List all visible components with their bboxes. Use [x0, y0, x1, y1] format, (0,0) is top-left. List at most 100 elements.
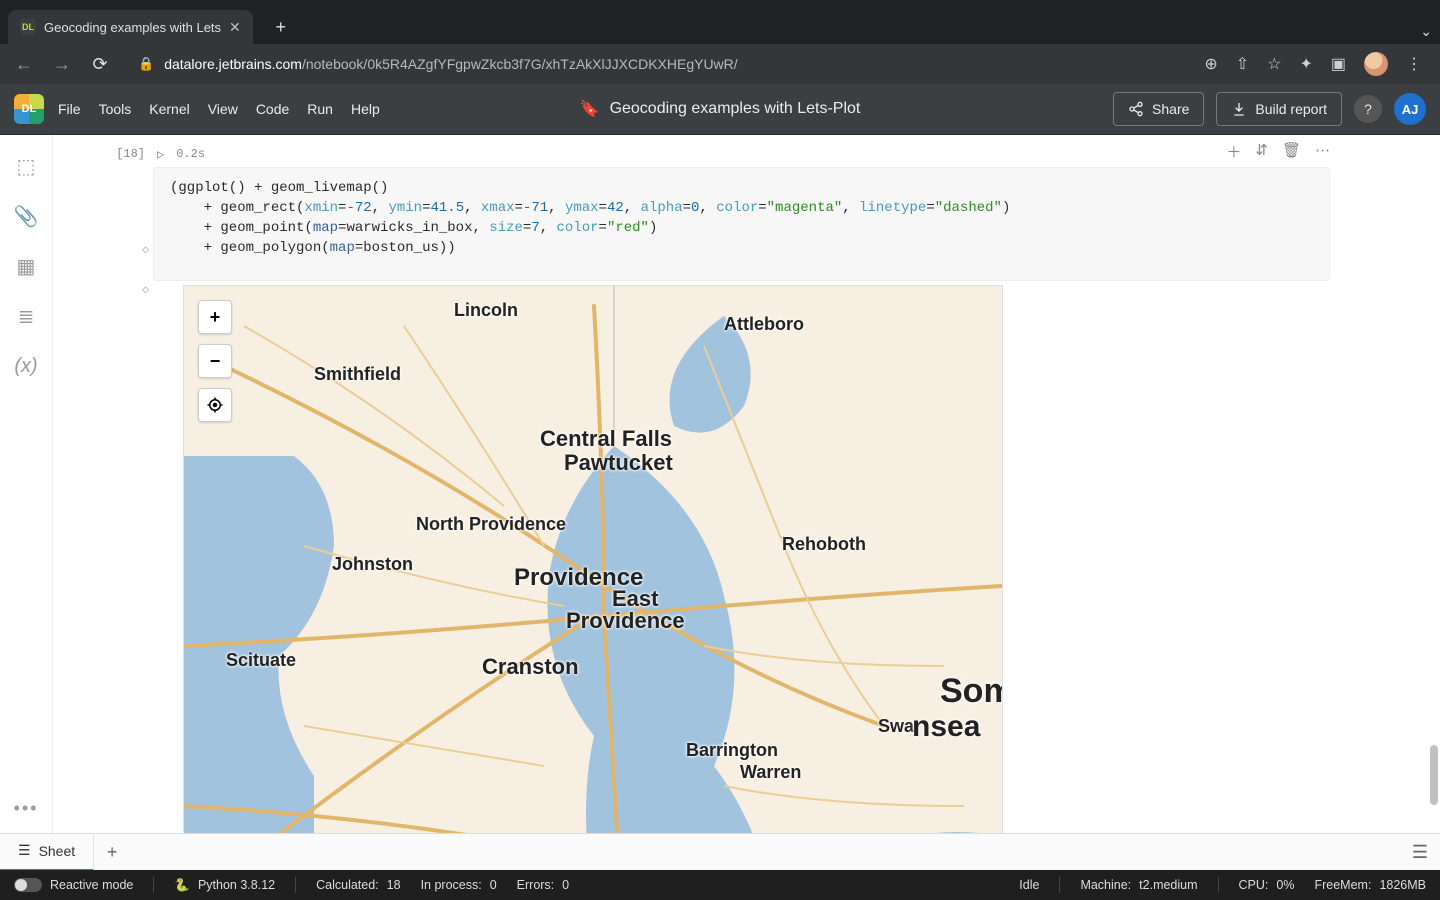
errors-status: Errors:0: [517, 878, 569, 892]
code-editor[interactable]: ◇◇(ggplot() + geom_livemap() + geom_rect…: [153, 167, 1330, 281]
map-label-somerset: Some: [940, 672, 1003, 711]
gutter-icon: ◇: [142, 280, 149, 300]
code-cell[interactable]: [18] ▷ 0.2s ＋ ⇵ 🗑 ⋯ ◇◇(ggplot() + geom_l…: [153, 135, 1330, 281]
help-icon[interactable]: ?: [1354, 95, 1382, 123]
app-logo-icon[interactable]: DL: [14, 94, 44, 124]
notebook-title[interactable]: Geocoding examples with Lets-Plot: [610, 100, 861, 118]
cell-toolbar: ＋ ⇵ 🗑 ⋯: [1226, 141, 1330, 162]
share-icon: [1128, 101, 1144, 117]
browser-tab-strip: DL Geocoding examples with Lets ✕ + ⌄: [0, 0, 1440, 44]
close-icon[interactable]: ✕: [229, 19, 241, 36]
map-label-north-providence: North Providence: [416, 514, 566, 535]
sheet-list-icon[interactable]: ☰: [1400, 842, 1440, 863]
menu-help[interactable]: Help: [351, 101, 380, 117]
profile-avatar-icon[interactable]: [1364, 52, 1388, 76]
variable-icon[interactable]: (x): [15, 355, 37, 377]
machine-status[interactable]: Machine:t2.medium: [1080, 878, 1197, 892]
map-label-rehoboth: Rehoboth: [782, 534, 866, 555]
mem-status: FreeMem:1826MB: [1314, 878, 1426, 892]
left-rail: ⬚ 📎 ▦ ≣ (x) •••: [0, 135, 53, 833]
sheet-name: Sheet: [39, 843, 76, 859]
map-label-pawtucket: Pawtucket: [564, 450, 673, 476]
map-label-swa: Swa: [878, 716, 914, 737]
python-icon: 🐍: [174, 878, 190, 893]
tab-favicon: DL: [20, 19, 36, 35]
crosshair-icon: [206, 396, 224, 414]
workspace: ⬚ 📎 ▦ ≣ (x) ••• [18] ▷ 0.2s ＋ ⇵ 🗑 ⋯ ◇◇(g…: [0, 135, 1440, 833]
address-bar[interactable]: 🔒 datalore.jetbrains.com/notebook/0k5R4A…: [124, 49, 1180, 79]
run-cell-icon[interactable]: ▷: [157, 147, 164, 162]
extensions-icon[interactable]: ✦: [1299, 54, 1312, 74]
map-label-central-falls: Central Falls: [540, 426, 672, 452]
user-avatar[interactable]: AJ: [1394, 93, 1426, 125]
map-label-johnston: Johnston: [332, 554, 413, 575]
cpu-status: CPU:0%: [1239, 878, 1295, 892]
python-label: Python 3.8.12: [198, 878, 275, 892]
sheet-tab[interactable]: ☰ Sheet: [0, 833, 94, 872]
outline-icon[interactable]: ≣: [15, 305, 37, 327]
hamburger-icon: ☰: [18, 842, 31, 859]
scrollbar-thumb[interactable]: [1430, 745, 1438, 805]
map-label-nsea: nsea: [912, 710, 980, 744]
browser-toolbar: ← → ⟳ 🔒 datalore.jetbrains.com/notebook/…: [0, 44, 1440, 84]
add-sheet-button[interactable]: +: [94, 842, 130, 863]
gutter-icon: ◇: [142, 240, 149, 260]
reload-button[interactable]: ⟳: [86, 50, 114, 78]
status-bar: Reactive mode 🐍 Python 3.8.12 Calculated…: [0, 870, 1440, 900]
zoom-in-button[interactable]: +: [198, 300, 232, 334]
map-label-lincoln: Lincoln: [454, 300, 518, 321]
zoom-out-button[interactable]: −: [198, 344, 232, 378]
chip-icon[interactable]: ▦: [15, 255, 37, 277]
share-label: Share: [1152, 101, 1189, 117]
menu-view[interactable]: View: [208, 101, 238, 117]
menu-tools[interactable]: Tools: [99, 101, 132, 117]
cube-icon[interactable]: ⬚: [15, 155, 37, 177]
add-cell-icon[interactable]: ＋: [1226, 141, 1241, 162]
browser-tab[interactable]: DL Geocoding examples with Lets ✕: [8, 10, 253, 44]
cell-more-icon[interactable]: ⋯: [1315, 141, 1330, 162]
map-label-east-providence: Providence: [566, 608, 685, 634]
inprocess-status: In process:0: [421, 878, 497, 892]
calculated-status: Calculated:18: [316, 878, 400, 892]
menu-file[interactable]: File: [58, 101, 81, 117]
sheet-bar: ☰ Sheet + ☰: [0, 833, 1440, 870]
zoom-icon[interactable]: ⊕: [1204, 54, 1217, 74]
app-toolbar: DL File Tools Kernel View Code Run Help …: [0, 84, 1440, 135]
share-page-icon[interactable]: ⇧: [1236, 54, 1249, 74]
menu-kernel[interactable]: Kernel: [149, 101, 189, 117]
cell-settings-icon[interactable]: ⇵: [1255, 141, 1268, 162]
tab-overflow-icon[interactable]: ⌄: [1420, 23, 1432, 40]
url-text: datalore.jetbrains.com/notebook/0k5R4AZg…: [164, 56, 737, 72]
build-report-button[interactable]: Build report: [1216, 92, 1342, 126]
toggle-icon[interactable]: [14, 878, 42, 892]
menu-code[interactable]: Code: [256, 101, 289, 117]
cell-prompt: [18]: [99, 147, 145, 161]
menu-run[interactable]: Run: [307, 101, 333, 117]
bookmark-star-icon[interactable]: ☆: [1267, 54, 1281, 74]
back-button[interactable]: ←: [10, 50, 38, 78]
paperclip-icon[interactable]: 📎: [15, 205, 37, 227]
locate-button[interactable]: [198, 388, 232, 422]
map-output[interactable]: + − Lincoln Attleboro Smithfield Central…: [183, 285, 1003, 833]
delete-cell-icon[interactable]: 🗑: [1282, 141, 1301, 162]
map-label-cranston: Cranston: [482, 654, 579, 680]
map-label-smithfield: Smithfield: [314, 364, 401, 385]
main-menu: File Tools Kernel View Code Run Help: [58, 101, 380, 117]
map-label-barrington: Barrington: [686, 740, 778, 761]
map-canvas[interactable]: [184, 286, 1002, 833]
forward-button: →: [48, 50, 76, 78]
kernel-state: Idle: [1019, 878, 1039, 892]
download-icon: [1231, 101, 1247, 117]
share-button[interactable]: Share: [1113, 92, 1204, 126]
exec-time: 0.2s: [176, 147, 205, 161]
reactive-mode-toggle[interactable]: Reactive mode: [14, 878, 133, 892]
chrome-menu-icon[interactable]: ⋮: [1406, 54, 1422, 74]
python-version[interactable]: 🐍 Python 3.8.12: [174, 878, 275, 893]
bookmark-icon[interactable]: 🔖: [580, 99, 600, 119]
sidepanel-icon[interactable]: ▣: [1331, 54, 1346, 74]
more-icon[interactable]: •••: [14, 798, 39, 819]
map-label-warren: Warren: [740, 762, 801, 783]
new-tab-button[interactable]: +: [267, 13, 295, 41]
reactive-label: Reactive mode: [50, 878, 133, 892]
map-label-attleboro: Attleboro: [724, 314, 804, 335]
